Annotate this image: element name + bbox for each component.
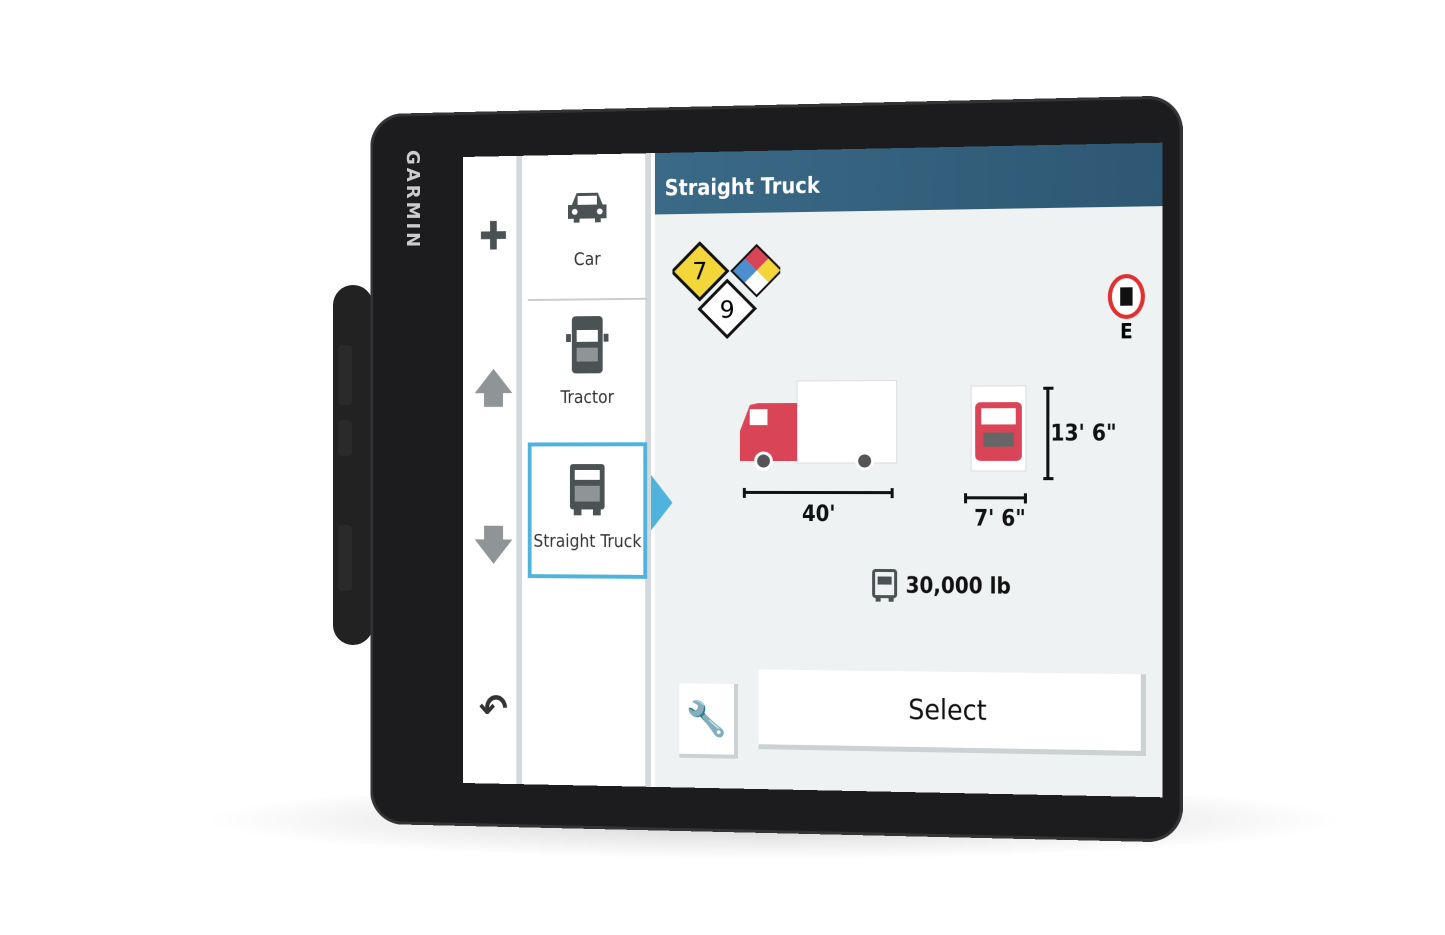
- weight-value: 30,000 lb: [905, 573, 1011, 600]
- brand-logo: GARMIN: [402, 150, 423, 251]
- vehicle-item-car[interactable]: Car: [527, 163, 648, 302]
- vehicle-list: Car Tractor Straight Truck: [527, 153, 652, 787]
- hazmat-class-a: 7: [692, 257, 707, 285]
- truck-front-icon: [967, 384, 1032, 475]
- nav-column: ✚ 🡅 🡇 ↶: [463, 155, 523, 785]
- select-button[interactable]: Select: [758, 669, 1146, 757]
- hazmat-placards-icon: 7 9: [672, 240, 781, 341]
- device-grip: [333, 285, 373, 645]
- tractor-icon: [528, 302, 647, 388]
- vehicle-item-straight-truck[interactable]: Straight Truck: [527, 442, 648, 579]
- vehicle-label: Tractor: [560, 387, 615, 408]
- usb-port: [338, 420, 352, 456]
- no-trucks-restriction-sign: E: [1107, 273, 1145, 344]
- wrench-icon: 🔧: [685, 698, 728, 740]
- vehicle-label: Straight Truck: [533, 530, 642, 553]
- detail-title: Straight Truck: [654, 142, 1163, 215]
- weight-row: 30,000 lb: [872, 568, 1011, 603]
- width-value: 7' 6": [974, 506, 1026, 532]
- back-icon[interactable]: ↶: [471, 685, 517, 733]
- restriction-label: E: [1120, 318, 1133, 344]
- vehicle-item-tractor[interactable]: Tractor: [528, 302, 647, 439]
- selection-pointer: [651, 474, 673, 531]
- truck-weight-icon: [872, 568, 898, 602]
- car-icon: [528, 163, 647, 250]
- plus-icon[interactable]: ✚: [471, 213, 517, 261]
- settings-button[interactable]: 🔧: [679, 683, 738, 759]
- power-button[interactable]: [338, 345, 352, 405]
- width-dimension-line: [964, 493, 1027, 504]
- vehicle-label: Car: [573, 248, 601, 270]
- height-value: 13' 6": [1050, 421, 1117, 447]
- length-value: 40': [802, 501, 836, 528]
- straight-truck-icon: [532, 446, 644, 531]
- card-slot: [338, 525, 352, 591]
- screen: ✚ 🡅 🡇 ↶ Car Tractor Straight Truck Strai…: [463, 142, 1163, 798]
- arrow-up-icon[interactable]: 🡅: [471, 366, 517, 417]
- arrow-down-icon[interactable]: 🡇: [471, 523, 517, 574]
- truck-side-icon: [739, 374, 907, 475]
- length-dimension-line: [742, 487, 894, 499]
- hazmat-class-b: 9: [720, 295, 735, 323]
- detail-panel: Straight Truck 7 9 E 40' 7' 6" 13' 6" 30…: [654, 142, 1163, 798]
